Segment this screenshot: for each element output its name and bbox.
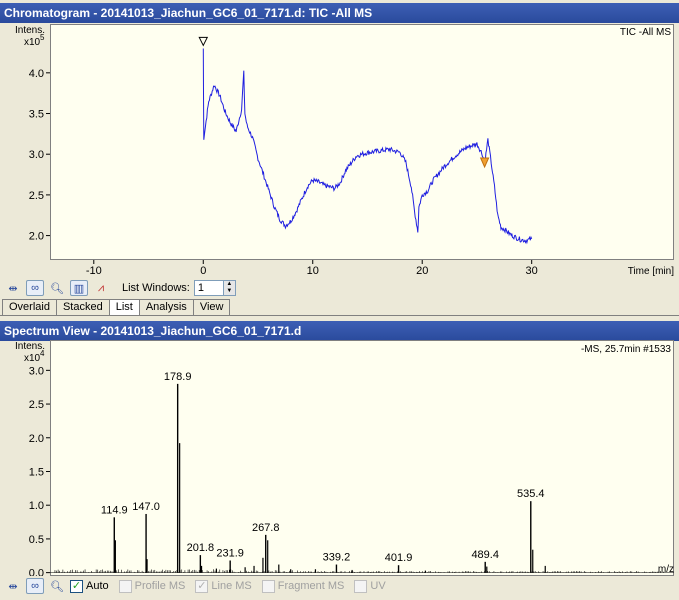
spec-y-tick-label: 1.0 [29,500,44,512]
tic-trace-line [202,48,533,245]
chrom-start-marker [198,36,209,47]
checkbox-empty-icon[interactable] [118,579,132,593]
spec-y-tick-label: 0.5 [29,534,44,546]
tab-list[interactable]: List [108,299,140,315]
link-icon[interactable]: ∞ [26,578,44,594]
tab-view[interactable]: View [192,299,231,315]
view-tabs: Overlaid Stacked List Analysis View [0,298,679,316]
line-ms-checkbox[interactable]: ✓ Line MS [195,579,252,593]
checkbox-empty-icon[interactable] [261,579,275,593]
chrom-x-unit-label: Time [min] [628,266,675,277]
list-windows-label: List Windows: [122,282,190,294]
chromatogram-mode-icon[interactable]: ▥ [70,280,88,296]
chrom-current-time-marker [479,157,490,169]
spec-y-exponent-base: x10 [24,353,41,364]
checkbox-empty-icon[interactable] [354,579,368,593]
zoom-magnifier-icon[interactable]: 🔍︎ [48,280,66,296]
auto-checkbox[interactable]: ✓ Auto [70,579,109,593]
spectrum-title: Spectrum View - 20141013_Jiachun_GC6_01_… [4,324,302,338]
list-windows-value[interactable]: 1 [195,282,223,294]
spinner-down-icon[interactable]: ▼ [224,288,235,295]
chrom-y-tick-label: 2.5 [29,190,44,202]
checkmark-icon[interactable]: ✓ [70,579,83,593]
chromatogram-toolbar: ⇹ ∞ 🔍︎ ▥ ⩘ List Windows: 1 ▲ ▼ [0,278,679,298]
profile-ms-checkbox[interactable]: Profile MS [118,579,186,593]
spinner-up-icon[interactable]: ▲ [224,281,235,288]
spec-y-tick-label: 3.0 [29,365,44,377]
chrom-trace-label: TIC -All MS [620,27,671,38]
auto-label: Auto [86,580,109,592]
line-ms-label: Line MS [211,580,252,592]
chrom-y-tick-label: 4.0 [29,68,44,80]
spec-y-tick-label: 2.0 [29,433,44,445]
spectrum-title-bar: Spectrum View - 20141013_Jiachun_GC6_01_… [0,321,679,341]
tab-stacked[interactable]: Stacked [55,299,110,315]
spec-y-tick-label: 1.5 [29,466,44,478]
chrom-x-tick-label: 10 [307,265,319,277]
chrom-x-tick-label: 30 [526,265,538,277]
zoom-magnifier-icon[interactable]: 🔍︎ [48,578,66,594]
chrom-y-tick-label: 2.0 [29,231,44,243]
chromatogram-chart[interactable]: Intens. x10 5 TIC -All MS Time [min] 2.0… [0,0,679,280]
pan-arrows-icon[interactable]: ⇹ [4,280,22,296]
chrom-y-tick-label: 3.0 [29,149,44,161]
tab-overlaid[interactable]: Overlaid [2,299,57,315]
pan-arrows-icon[interactable]: ⇹ [4,578,22,594]
link-icon[interactable]: ∞ [26,280,44,296]
spec-y-exponent: 4 [40,349,45,358]
uv-label: UV [370,580,386,592]
tab-analysis[interactable]: Analysis [138,299,194,315]
chrom-x-tick-label: 0 [200,265,206,277]
spec-y-label: Intens. [15,341,45,352]
peak-display-icon[interactable]: ⩘ [92,280,110,296]
list-windows-spinner[interactable]: 1 ▲ ▼ [193,280,236,296]
chrom-x-tick-label: 20 [416,265,428,277]
chrom-y-exponent: 5 [40,33,45,42]
profile-ms-label: Profile MS [134,580,186,592]
chrom-y-exponent-base: x10 [24,37,41,48]
uv-checkbox[interactable]: UV [354,579,386,593]
checkmark-icon[interactable]: ✓ [195,579,209,593]
fragment-ms-label: Fragment MS [277,580,345,592]
spectrum-plot-area[interactable] [50,340,674,576]
spec-y-tick-label: 2.5 [29,399,44,411]
fragment-ms-checkbox[interactable]: Fragment MS [261,579,345,593]
chrom-y-tick-label: 3.5 [29,109,44,121]
chrom-x-tick-label: -10 [86,265,102,277]
spectrum-toolbar: ⇹ ∞ 🔍︎ ✓ Auto Profile MS ✓ Line MS Fragm… [0,576,679,596]
